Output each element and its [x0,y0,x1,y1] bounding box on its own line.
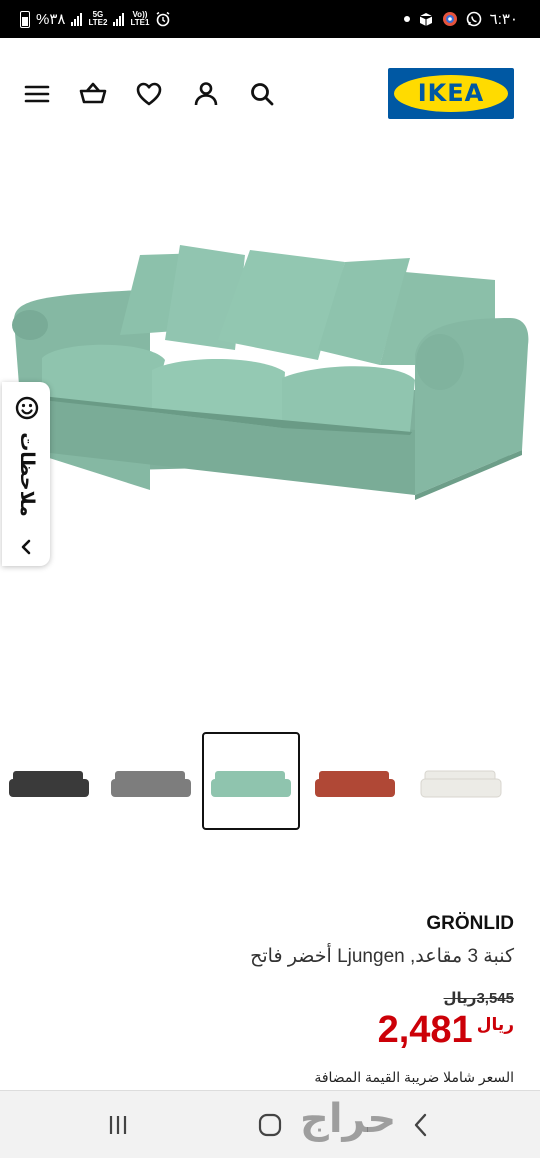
product-name[interactable]: GRÖNLID [426,913,514,935]
notification-dot-icon [403,16,410,22]
battery-icon [20,10,30,28]
price-currency: ريال [476,1015,514,1034]
heart-icon[interactable] [135,80,163,108]
variant-thumb-light-green[interactable] [202,732,300,830]
variant-thumb-grey[interactable] [102,732,200,830]
product-description: كنبة 3 مقاعد, Ljungen أخضر فاتح [250,946,514,967]
current-price: ريال2,481 [378,1009,514,1052]
sofa-thumb-icon [211,771,291,797]
search-icon[interactable] [248,80,276,108]
variant-thumb-white[interactable] [412,732,510,830]
feedback-label: ملاحظات [15,431,37,517]
box-icon [419,13,432,26]
smile-icon [15,396,39,420]
home-icon[interactable] [254,1109,286,1141]
system-nav-bar [0,1090,540,1158]
sofa-thumb-icon [9,771,89,797]
signal-icon [71,12,83,26]
app-header: IKEA [0,38,540,150]
variant-thumb-dark-grey[interactable] [0,732,98,830]
network-indicator-1: 5G LTE2 [88,10,108,27]
back-icon[interactable] [406,1109,438,1141]
basket-icon[interactable] [79,80,107,108]
feedback-label-wrap: ملاحظات [2,426,50,522]
sofa-illustration [12,245,529,500]
network-indicator-2: Vo)) LTE1 [130,10,150,27]
logo-text: IKEA [417,79,485,107]
sofa-thumb-icon [315,771,395,797]
haraj-watermark: حراج [300,1096,397,1142]
feedback-tab[interactable]: ملاحظات [2,382,50,566]
price-amount: 2,481 [377,1009,473,1051]
product-image[interactable] [0,150,540,710]
ikea-logo[interactable]: IKEA [388,68,514,119]
sofa-thumb-icon [111,771,191,797]
menu-icon[interactable] [23,80,51,108]
recent-apps-icon[interactable] [102,1109,134,1141]
whatsapp-icon [466,11,481,27]
vat-note: السعر شاملا ضريبة القيمة المضافة [314,1069,514,1085]
status-left: %٣٨ 5G LTE2 Vo)) LTE1 [20,10,171,28]
battery-level: %٣٨ [36,11,66,28]
status-bar: %٣٨ 5G LTE2 Vo)) LTE1 ٦:٣٠ [0,0,540,38]
color-variant-thumbnails [0,732,540,830]
alarm-icon [156,11,170,27]
clock: ٦:٣٠ [489,11,518,28]
sofa-thumb-icon [420,770,502,798]
chevron-left-icon [21,539,31,555]
variant-thumb-red[interactable] [306,732,404,830]
old-price: 3,545ريال [443,990,514,1007]
app-badge-icon [442,12,457,26]
user-icon[interactable] [192,80,220,108]
signal-icon [113,12,125,26]
status-right: ٦:٣٠ [403,10,518,28]
